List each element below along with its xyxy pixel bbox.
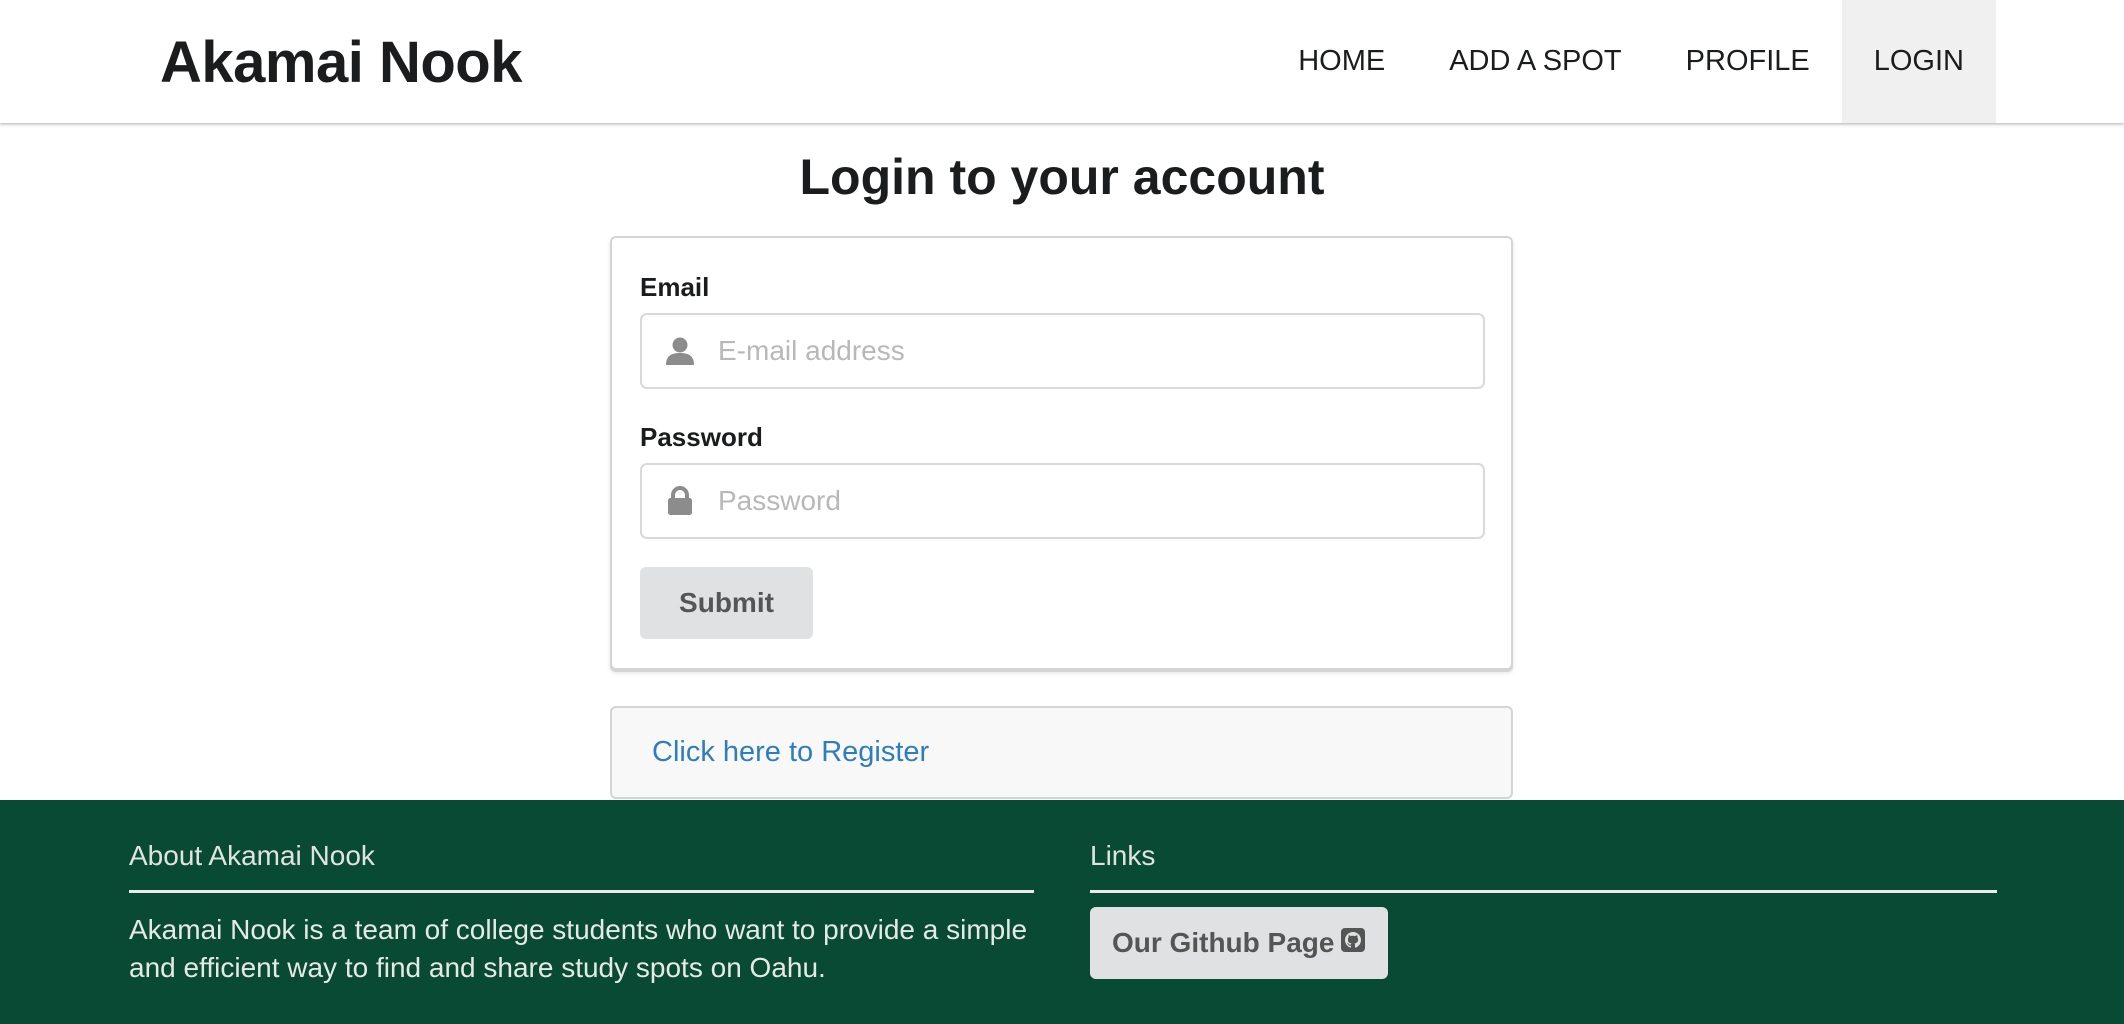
github-button-label: Our Github Page [1112, 927, 1335, 958]
email-field[interactable] [640, 313, 1485, 389]
lock-icon [642, 465, 718, 537]
footer-links: Links Our Github Page [1090, 840, 1997, 979]
password-field[interactable] [640, 463, 1485, 539]
register-message: Click here to Register [610, 706, 1513, 799]
page-title: Login to your account [799, 149, 1325, 205]
login-form: Email Password Submit [610, 236, 1513, 670]
site-brand[interactable]: Akamai Nook [160, 28, 522, 98]
email-label: Email [640, 272, 710, 302]
nav-home[interactable]: HOME [1266, 0, 1417, 123]
nav-add-a-spot[interactable]: ADD A SPOT [1417, 0, 1653, 123]
nav-login[interactable]: LOGIN [1841, 0, 1996, 123]
footer-about-heading: About Akamai Nook [129, 840, 1034, 893]
register-link[interactable]: Click here to Register [652, 736, 929, 769]
nav-profile[interactable]: PROFILE [1654, 0, 1842, 123]
github-icon [1340, 927, 1366, 960]
user-icon [642, 315, 718, 387]
footer-links-heading: Links [1090, 840, 1997, 893]
email-input[interactable] [718, 321, 1458, 381]
top-navbar: Akamai Nook HOME ADD A SPOT PROFILE LOGI… [0, 0, 2124, 123]
main-nav: HOME ADD A SPOT PROFILE LOGIN [1266, 0, 1996, 123]
password-label: Password [640, 422, 763, 452]
footer-about: About Akamai Nook Akamai Nook is a team … [129, 840, 1034, 987]
footer: About Akamai Nook Akamai Nook is a team … [0, 800, 2124, 1024]
submit-button[interactable]: Submit [640, 567, 813, 639]
password-input[interactable] [718, 471, 1458, 531]
github-page-button[interactable]: Our Github Page [1090, 907, 1389, 979]
footer-about-text: Akamai Nook is a team of college student… [129, 914, 1028, 983]
